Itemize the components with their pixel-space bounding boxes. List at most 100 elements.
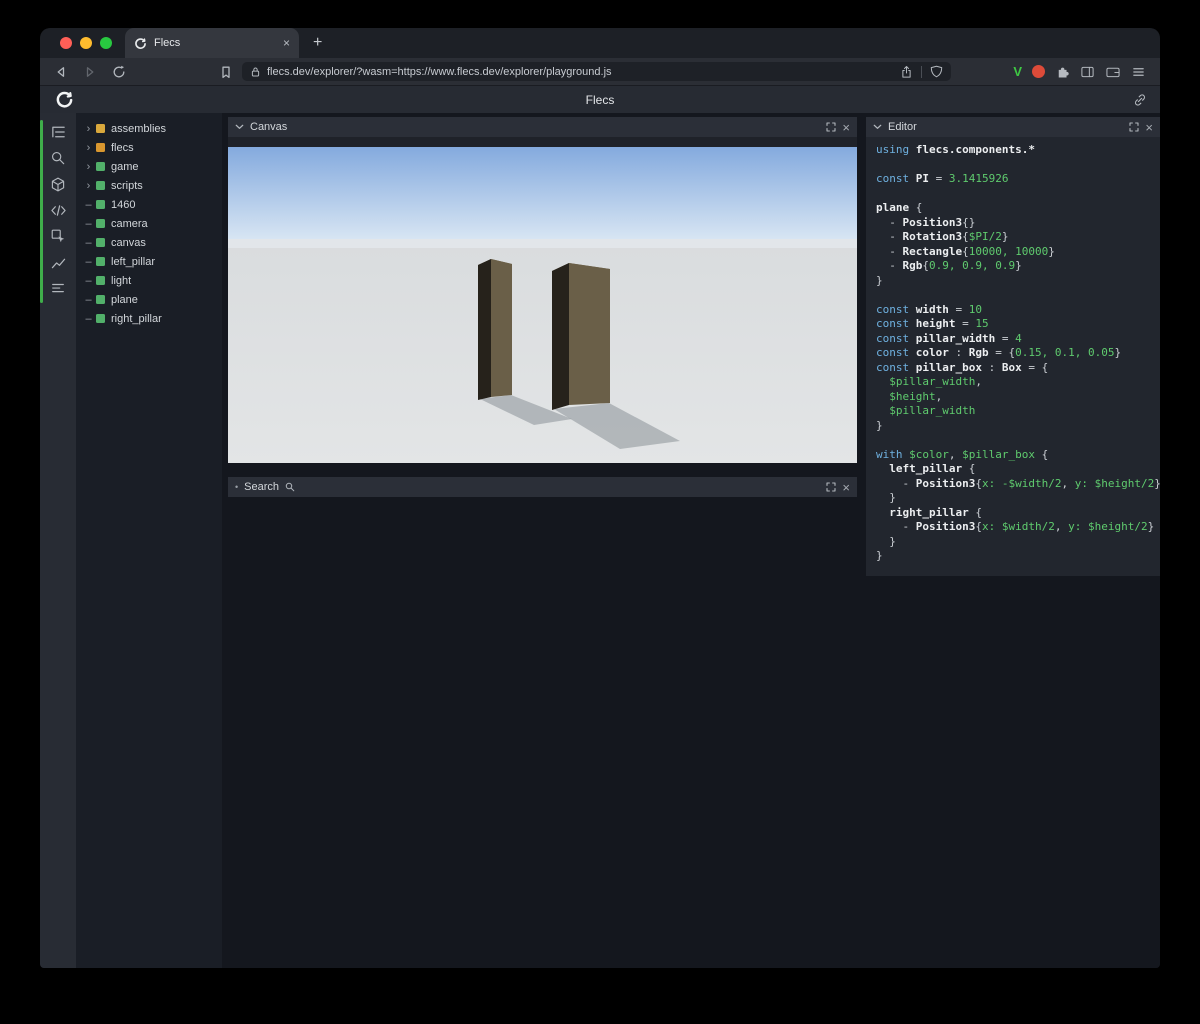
code-line: const pillar_width = 4 [876,331,1022,345]
expand-panel-icon[interactable] [826,482,836,492]
close-window-button[interactable] [60,37,72,49]
code-line: $height, [889,389,943,403]
tree-item-plane[interactable]: – plane [76,290,222,309]
search-panel-header: • Search × [228,477,857,497]
tree-item-scripts[interactable]: › scripts [76,176,222,195]
code-icon[interactable] [45,200,71,220]
tree-item-canvas[interactable]: – canvas [76,233,222,252]
chevron-down-icon[interactable] [873,124,882,130]
search-icon[interactable] [45,148,71,168]
3d-viewport[interactable] [228,147,857,463]
right-pillar-side [552,263,569,410]
expand-chevron-icon[interactable]: › [83,142,94,154]
canvas-panel: Canvas × [228,117,857,463]
main-area: Canvas × • Search × Editor × using flecs… [222,113,1160,968]
tab-bar: Flecs × + [40,28,1160,58]
entities-cube-icon[interactable] [45,174,71,194]
inspector-icon[interactable] [45,226,71,246]
ground [228,239,857,463]
wallet-icon[interactable] [1105,65,1121,79]
search-panel: • Search × [228,477,857,497]
statistics-icon[interactable] [45,252,71,272]
shield-icon[interactable] [930,65,943,78]
tree-item-1460[interactable]: – 1460 [76,195,222,214]
branch-dash: – [85,274,92,287]
expand-chevron-icon[interactable]: › [83,180,94,192]
link-icon[interactable] [1133,93,1147,107]
queries-icon[interactable] [45,278,71,298]
tree-item-game[interactable]: › game [76,157,222,176]
back-icon[interactable] [54,65,68,79]
tree-item-camera[interactable]: – camera [76,214,222,233]
code-line: - Position3{x: $width/2, y: $height/2} [876,520,1155,533]
bookmark-icon[interactable] [219,65,233,79]
entity-color-swatch [96,238,105,247]
expand-chevron-icon[interactable]: › [83,161,94,173]
entity-color-swatch [96,143,105,152]
tree-item-left_pillar[interactable]: – left_pillar [76,252,222,271]
app-body: › assemblies › flecs › game › scripts – 1460 – came… [40,113,1160,968]
flecs-logo[interactable] [55,90,74,109]
panel-dot-icon[interactable]: • [235,482,238,492]
forward-icon [83,65,97,79]
entity-label: scripts [111,179,143,192]
reload-icon[interactable] [112,65,126,79]
expand-panel-icon[interactable] [1129,122,1139,132]
share-icon[interactable] [900,65,913,79]
entity-color-swatch [96,181,105,190]
expand-panel-icon[interactable] [826,122,836,132]
chevron-down-icon[interactable] [235,124,244,130]
search-small-icon [285,482,295,492]
branch-dash: – [85,255,92,268]
editor-panel-title: Editor [888,121,917,133]
minimize-window-button[interactable] [80,37,92,49]
left-pillar-front [491,259,512,397]
code-line: plane { [876,201,923,214]
browser-tab[interactable]: Flecs × [125,28,299,58]
address-bar[interactable]: flecs.dev/explorer/?wasm=https://www.fle… [242,62,952,81]
connection-status-bar [40,120,43,303]
canvas-panel-header: Canvas × [228,117,857,137]
extension-red-icon[interactable] [1032,65,1045,78]
entity-label: left_pillar [111,255,156,268]
tree-item-light[interactable]: – light [76,271,222,290]
close-panel-icon[interactable]: × [1145,121,1153,134]
sidebar-toggle-icon[interactable] [1080,65,1095,79]
code-editor[interactable]: using flecs.components.* const PI = 3.14… [866,137,1160,576]
code-line: const color : Rgb = {0.15, 0.1, 0.05} [876,346,1122,359]
entity-color-swatch [96,257,105,266]
close-panel-icon[interactable]: × [842,121,850,134]
activity-bar [40,113,76,968]
close-panel-icon[interactable]: × [842,481,850,494]
entity-label: light [111,274,132,287]
code-line: } [876,534,896,548]
tree-item-flecs[interactable]: › flecs [76,138,222,157]
entity-label: 1460 [111,198,136,211]
tree-item-assemblies[interactable]: › assemblies [76,119,222,138]
extensions-puzzle-icon[interactable] [1055,64,1070,79]
left-pillar-side [478,259,491,400]
app-header: Flecs [40,85,1160,113]
expand-chevron-icon[interactable]: › [83,123,94,135]
entity-color-swatch [96,219,105,228]
entity-label: plane [111,293,138,306]
search-panel-title: Search [244,481,280,493]
canvas-panel-title: Canvas [250,121,288,133]
code-line: } [876,491,896,504]
code-line: const height = 15 [876,317,989,330]
branch-dash: – [85,217,92,230]
zoom-window-button[interactable] [100,37,112,49]
menu-icon[interactable] [1131,65,1146,79]
extension-v-icon[interactable]: V [1013,64,1022,79]
new-tab-button[interactable]: + [313,35,322,51]
tree-view-icon[interactable] [45,122,71,142]
entity-label: game [111,160,139,173]
tab-close-icon[interactable]: × [283,37,290,49]
code-line: $pillar_width [889,404,976,417]
entity-tree-list: › assemblies › flecs › game › scripts – 1460 – came… [76,119,222,328]
tree-item-right_pillar[interactable]: – right_pillar [76,309,222,328]
entity-color-swatch [96,295,105,304]
